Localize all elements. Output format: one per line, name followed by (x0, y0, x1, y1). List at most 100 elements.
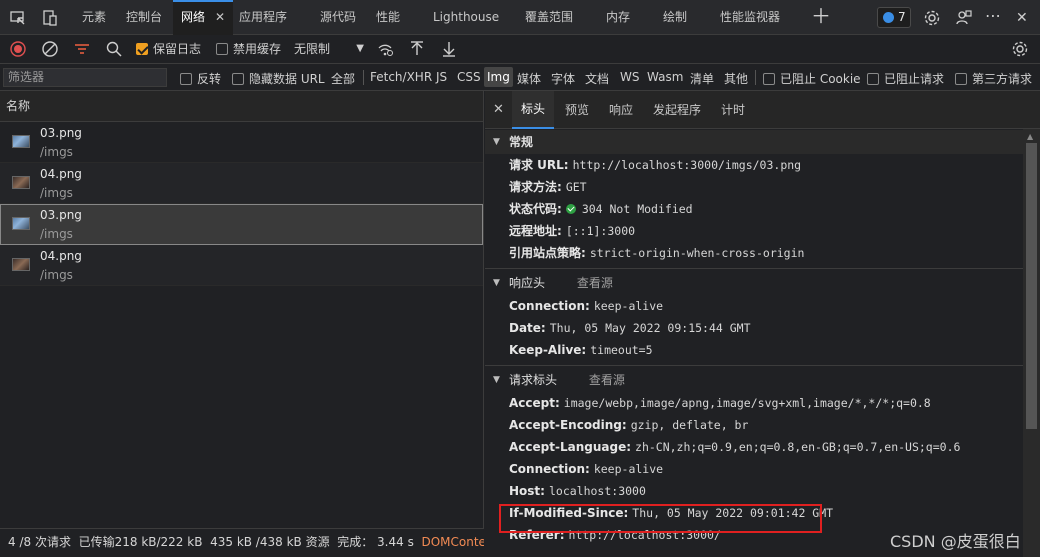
header-key: 引用站点策略: (509, 246, 586, 260)
feedback-icon[interactable] (955, 9, 973, 27)
header-row: Connection: keep-alive (485, 295, 1040, 317)
detail-scrollbar[interactable]: ▲ (1023, 129, 1040, 557)
divider (485, 268, 1040, 269)
filter-type-ws[interactable]: WS (620, 70, 639, 84)
tab-lighthouse[interactable]: Lighthouse (433, 0, 499, 35)
tab-network-label: 网络 (181, 10, 206, 24)
filter-type-media[interactable]: 媒体 (517, 70, 541, 87)
close-detail-icon[interactable]: ✕ (493, 91, 504, 129)
tab-coverage[interactable]: 覆盖范围 (525, 0, 573, 35)
issues-badge[interactable]: 7 (877, 7, 911, 28)
header-key: 请求方法: (509, 180, 562, 194)
tab-headers[interactable]: 标头 (512, 91, 555, 129)
tab-network[interactable]: 网络 ✕ (173, 0, 234, 35)
filter-type-fetch-xhr[interactable]: Fetch/XHR (370, 70, 432, 84)
throttle-value: 无限制 (294, 42, 331, 56)
tab-timing[interactable]: 计时 (721, 91, 745, 129)
resources-size: 435 kB /438 kB 资源 (210, 535, 330, 549)
throttle-select[interactable]: 无限制 ▼ (294, 40, 364, 58)
record-stop-icon[interactable] (9, 40, 27, 58)
section-response-headers[interactable]: ▼ 响应头 查看源 (485, 271, 1040, 295)
view-source-link[interactable]: 查看源 (589, 373, 625, 387)
tab-rendering[interactable]: 绘制 (663, 0, 687, 35)
table-row[interactable]: 04.png /imgs (0, 163, 483, 204)
table-row-selected[interactable]: 03.png /imgs (0, 204, 483, 245)
header-key: Connection: (509, 462, 590, 476)
filter-type-js[interactable]: JS (436, 70, 447, 84)
header-row: Keep-Alive: timeout=5 (485, 339, 1040, 361)
tab-elements[interactable]: 元素 (82, 0, 106, 35)
header-key: Accept-Encoding: (509, 418, 627, 432)
import-har-icon[interactable] (408, 40, 426, 58)
image-thumbnail-icon (12, 258, 30, 271)
section-general[interactable]: ▼ 常规 (485, 130, 1040, 154)
header-row: 请求 URL: http://localhost:3000/imgs/03.png (485, 154, 1040, 176)
filter-type-other[interactable]: 其他 (724, 70, 748, 87)
column-header-name[interactable]: 名称 (0, 91, 483, 122)
tab-sources[interactable]: 源代码 (320, 0, 356, 35)
dropdown-arrow-icon: ▼ (356, 43, 364, 54)
more-options-icon[interactable]: ⋯ (985, 8, 1003, 27)
tab-console[interactable]: 控制台 (126, 0, 162, 35)
view-source-link[interactable]: 查看源 (577, 276, 613, 290)
network-settings-icon[interactable] (1011, 40, 1029, 58)
section-request-headers[interactable]: ▼ 请求标头 查看源 (485, 368, 1040, 392)
header-value: GET (565, 180, 587, 194)
blocked-requests-checkbox[interactable]: 已阻止请求 (867, 70, 944, 87)
clear-icon[interactable] (41, 40, 59, 58)
request-name: 04.png (40, 249, 82, 263)
hide-data-url-checkbox[interactable]: 隐藏数据 URL (232, 70, 325, 87)
filter-type-doc[interactable]: 文档 (585, 70, 609, 87)
preserve-log-checkbox[interactable]: 保留日志 (136, 40, 201, 58)
tab-performance-monitor[interactable]: 性能监视器 (720, 0, 780, 35)
search-icon[interactable] (105, 40, 123, 58)
scrollbar-thumb[interactable] (1026, 143, 1037, 429)
tab-performance[interactable]: 性能 (376, 0, 400, 35)
status-ok-icon (565, 204, 576, 214)
table-row[interactable]: 04.png /imgs (0, 245, 483, 286)
settings-gear-icon[interactable] (923, 9, 941, 27)
network-conditions-icon[interactable] (376, 40, 394, 58)
tab-preview[interactable]: 预览 (565, 91, 589, 129)
blocked-cookies-checkbox[interactable]: 已阻止 Cookie (763, 70, 861, 87)
scroll-up-arrow-icon[interactable]: ▲ (1027, 132, 1033, 141)
close-tab-icon[interactable]: ✕ (215, 10, 225, 24)
header-key: Accept: (509, 396, 560, 410)
filter-type-img[interactable]: Img (484, 67, 513, 87)
devtools-tabbar: 元素 控制台 网络 ✕ 应用程序 源代码 性能 Lighthouse 覆盖范围 内… (0, 0, 1040, 35)
header-key: Accept-Language: (509, 440, 632, 454)
header-value: zh-CN,zh;q=0.9,en;q=0.8,en-GB;q=0.7,en-U… (635, 440, 961, 454)
image-thumbnail-icon (12, 135, 30, 148)
triangle-down-icon: ▼ (493, 278, 500, 288)
request-name: 03.png (40, 126, 82, 140)
header-key: Host: (509, 484, 545, 498)
tab-initiator[interactable]: 发起程序 (653, 91, 701, 129)
header-key: 远程地址: (509, 224, 562, 238)
filter-input[interactable]: 筛选器 (3, 68, 167, 87)
third-party-checkbox[interactable]: 第三方请求 (955, 70, 1032, 87)
filter-icon[interactable] (73, 40, 91, 58)
issues-count: 7 (898, 10, 906, 24)
tab-response[interactable]: 响应 (609, 91, 633, 129)
filter-type-wasm[interactable]: Wasm (647, 70, 683, 84)
filter-type-font[interactable]: 字体 (551, 70, 575, 87)
export-har-icon[interactable] (440, 40, 458, 58)
header-value: strict-origin-when-cross-origin (589, 246, 805, 260)
filter-type-css[interactable]: CSS (457, 70, 481, 84)
close-devtools-icon[interactable]: ✕ (1016, 9, 1034, 27)
invert-checkbox[interactable]: 反转 (180, 70, 221, 87)
inspect-element-icon[interactable] (9, 9, 27, 27)
header-row: Accept: image/webp,image/apng,image/svg+x… (485, 392, 1040, 414)
device-toolbar-icon[interactable] (41, 9, 59, 27)
tab-application[interactable]: 应用程序 (239, 0, 287, 35)
highlight-box (499, 504, 822, 533)
issues-icon (883, 12, 894, 23)
table-row[interactable]: 03.png /imgs (0, 122, 483, 163)
add-tab-icon[interactable]: ＋ (811, 6, 831, 26)
filter-type-manifest[interactable]: 清单 (690, 70, 714, 87)
header-value: Thu, 05 May 2022 09:15:44 GMT (549, 321, 751, 335)
tab-memory[interactable]: 内存 (606, 0, 630, 35)
blocked-cookies-label: 已阻止 Cookie (780, 72, 861, 86)
filter-type-all[interactable]: 全部 (331, 70, 355, 87)
disable-cache-checkbox[interactable]: 禁用缓存 (216, 40, 281, 58)
